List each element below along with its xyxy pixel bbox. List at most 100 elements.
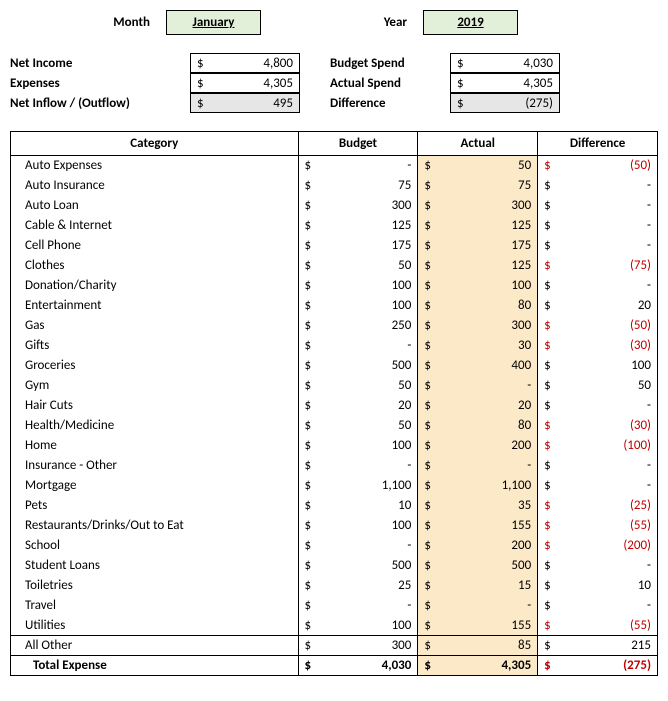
category-cell: Health/Medicine xyxy=(11,416,299,436)
table-cell: $(50) xyxy=(538,316,658,336)
table-cell: $100 xyxy=(418,276,538,296)
table-cell: $75 xyxy=(298,176,418,196)
cell-value: 15 xyxy=(431,578,531,593)
table-cell: $175 xyxy=(418,236,538,256)
table-row: Clothes$50$125$(75) xyxy=(11,256,658,276)
cell-value: 50 xyxy=(311,418,411,433)
table-cell: $20 xyxy=(418,396,538,416)
cell-value: (75) xyxy=(551,258,651,273)
table-row: Restaurants/Drinks/Out to Eat$100$155$(5… xyxy=(11,516,658,536)
table-cell: $- xyxy=(418,456,538,476)
currency-symbol: $ xyxy=(544,218,551,233)
currency-symbol: $ xyxy=(544,418,551,433)
currency-symbol: $ xyxy=(544,458,551,473)
currency-symbol: $ xyxy=(424,158,431,173)
table-cell: $250 xyxy=(298,316,418,336)
cell-value: 100 xyxy=(311,298,411,313)
currency-symbol: $ xyxy=(424,538,431,553)
currency-symbol: $ xyxy=(544,438,551,453)
currency-symbol: $ xyxy=(305,318,312,333)
currency-symbol: $ xyxy=(544,278,551,293)
cell-value: 50 xyxy=(311,378,411,393)
table-cell: $- xyxy=(538,596,658,616)
currency-symbol: $ xyxy=(544,638,551,653)
cell-value: 1,100 xyxy=(431,478,531,493)
table-cell: $- xyxy=(538,236,658,256)
table-cell: $- xyxy=(298,156,418,176)
currency-symbol: $ xyxy=(424,318,431,333)
summary-row: Budget Spend$4,030 xyxy=(330,53,560,73)
currency-symbol: $ xyxy=(424,278,431,293)
summary-amount: $495 xyxy=(190,93,300,113)
category-cell: Entertainment xyxy=(11,296,299,316)
currency-symbol: $ xyxy=(424,198,431,213)
table-row: Gas$250$300$(50) xyxy=(11,316,658,336)
header-budget: Budget xyxy=(298,132,418,156)
cell-value: - xyxy=(551,278,651,293)
table-cell: $- xyxy=(418,376,538,396)
cell-value: (30) xyxy=(551,338,651,353)
table-cell: $- xyxy=(538,216,658,236)
table-row: Home$100$200$(100) xyxy=(11,436,658,456)
table-row: Student Loans$500$500$- xyxy=(11,556,658,576)
cell-value: 80 xyxy=(431,418,531,433)
currency-symbol: $ xyxy=(305,218,312,233)
table-cell: $200 xyxy=(418,436,538,456)
currency-symbol: $ xyxy=(424,638,431,653)
currency-symbol: $ xyxy=(305,658,312,673)
cell-value: (50) xyxy=(551,158,651,173)
table-cell: $500 xyxy=(418,556,538,576)
category-cell: Toiletries xyxy=(11,576,299,596)
currency-symbol: $ xyxy=(305,178,312,193)
currency-symbol: $ xyxy=(305,258,312,273)
table-cell: $300 xyxy=(298,196,418,216)
summary-row: Net Income$4,800 xyxy=(10,53,300,73)
summary-amount: $4,305 xyxy=(190,73,300,93)
cell-value: (50) xyxy=(551,318,651,333)
table-row: Travel$-$-$- xyxy=(11,596,658,616)
category-cell: Student Loans xyxy=(11,556,299,576)
summary-value: 4,305 xyxy=(464,76,553,91)
currency-symbol: $ xyxy=(544,398,551,413)
table-cell: $- xyxy=(538,476,658,496)
cell-value: 155 xyxy=(431,618,531,633)
summary-label: Net Income xyxy=(10,56,190,71)
currency-symbol: $ xyxy=(424,218,431,233)
cell-value: - xyxy=(431,598,531,613)
table-cell: $(30) xyxy=(538,336,658,356)
header-difference: Difference xyxy=(538,132,658,156)
table-cell: $- xyxy=(298,536,418,556)
category-cell: Gifts xyxy=(11,336,299,356)
category-cell: Total Expense xyxy=(11,656,299,676)
currency-symbol: $ xyxy=(305,478,312,493)
currency-symbol: $ xyxy=(305,498,312,513)
category-cell: Auto Insurance xyxy=(11,176,299,196)
currency-symbol: $ xyxy=(544,478,551,493)
currency-symbol: $ xyxy=(544,318,551,333)
table-row: Donation/Charity$100$100$- xyxy=(11,276,658,296)
table-row: All Other$300$85$215 xyxy=(11,636,658,656)
currency-symbol: $ xyxy=(424,518,431,533)
currency-symbol: $ xyxy=(544,498,551,513)
currency-symbol: $ xyxy=(197,96,204,111)
table-cell: $- xyxy=(538,556,658,576)
period-row: Month January Year 2019 xyxy=(10,10,658,35)
currency-symbol: $ xyxy=(305,558,312,573)
table-cell: $50 xyxy=(298,376,418,396)
cell-value: 300 xyxy=(431,198,531,213)
cell-value: - xyxy=(431,378,531,393)
category-cell: Gas xyxy=(11,316,299,336)
currency-symbol: $ xyxy=(305,518,312,533)
cell-value: 300 xyxy=(431,318,531,333)
table-cell: $- xyxy=(538,396,658,416)
currency-symbol: $ xyxy=(544,258,551,273)
currency-symbol: $ xyxy=(424,338,431,353)
table-cell: $(50) xyxy=(538,156,658,176)
currency-symbol: $ xyxy=(305,338,312,353)
table-cell: $155 xyxy=(418,616,538,636)
category-cell: Clothes xyxy=(11,256,299,276)
category-cell: Pets xyxy=(11,496,299,516)
cell-value: 300 xyxy=(311,198,411,213)
table-row: Cell Phone$175$175$- xyxy=(11,236,658,256)
cell-value: 125 xyxy=(431,218,531,233)
